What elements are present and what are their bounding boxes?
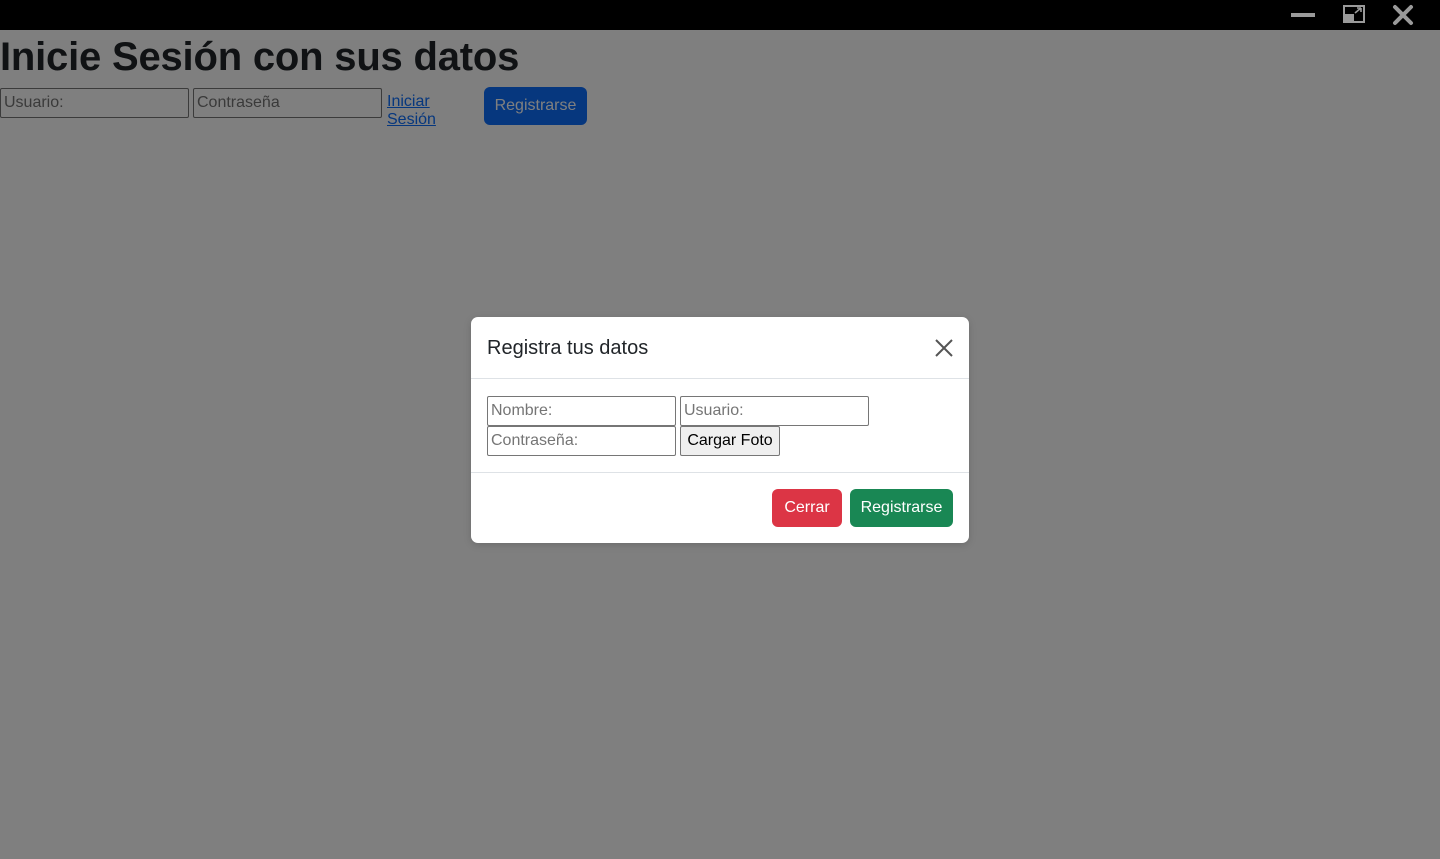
modal-header: Registra tus datos [471,317,969,379]
register-modal: Registra tus datos Cargar Foto Cerrar Re… [471,317,969,543]
close-icon [935,339,953,357]
minimize-icon [1291,13,1315,17]
window-close-button[interactable] [1383,0,1423,30]
modal-footer: Cerrar Registrarse [471,472,969,543]
register-button[interactable]: Registrarse [850,489,953,527]
upload-photo-button[interactable]: Cargar Foto [680,426,780,456]
close-button[interactable]: Cerrar [772,489,842,527]
modal-title: Registra tus datos [487,337,649,359]
close-icon [1393,5,1413,25]
password-input[interactable] [487,426,676,456]
modal-close-button[interactable] [933,337,955,359]
name-input[interactable] [487,396,676,426]
window-title-bar [0,0,1440,30]
restore-icon [1343,5,1365,23]
minimize-button[interactable] [1283,0,1323,30]
restore-button[interactable] [1334,0,1374,30]
user-input[interactable] [680,396,869,426]
modal-body: Cargar Foto [471,379,969,472]
